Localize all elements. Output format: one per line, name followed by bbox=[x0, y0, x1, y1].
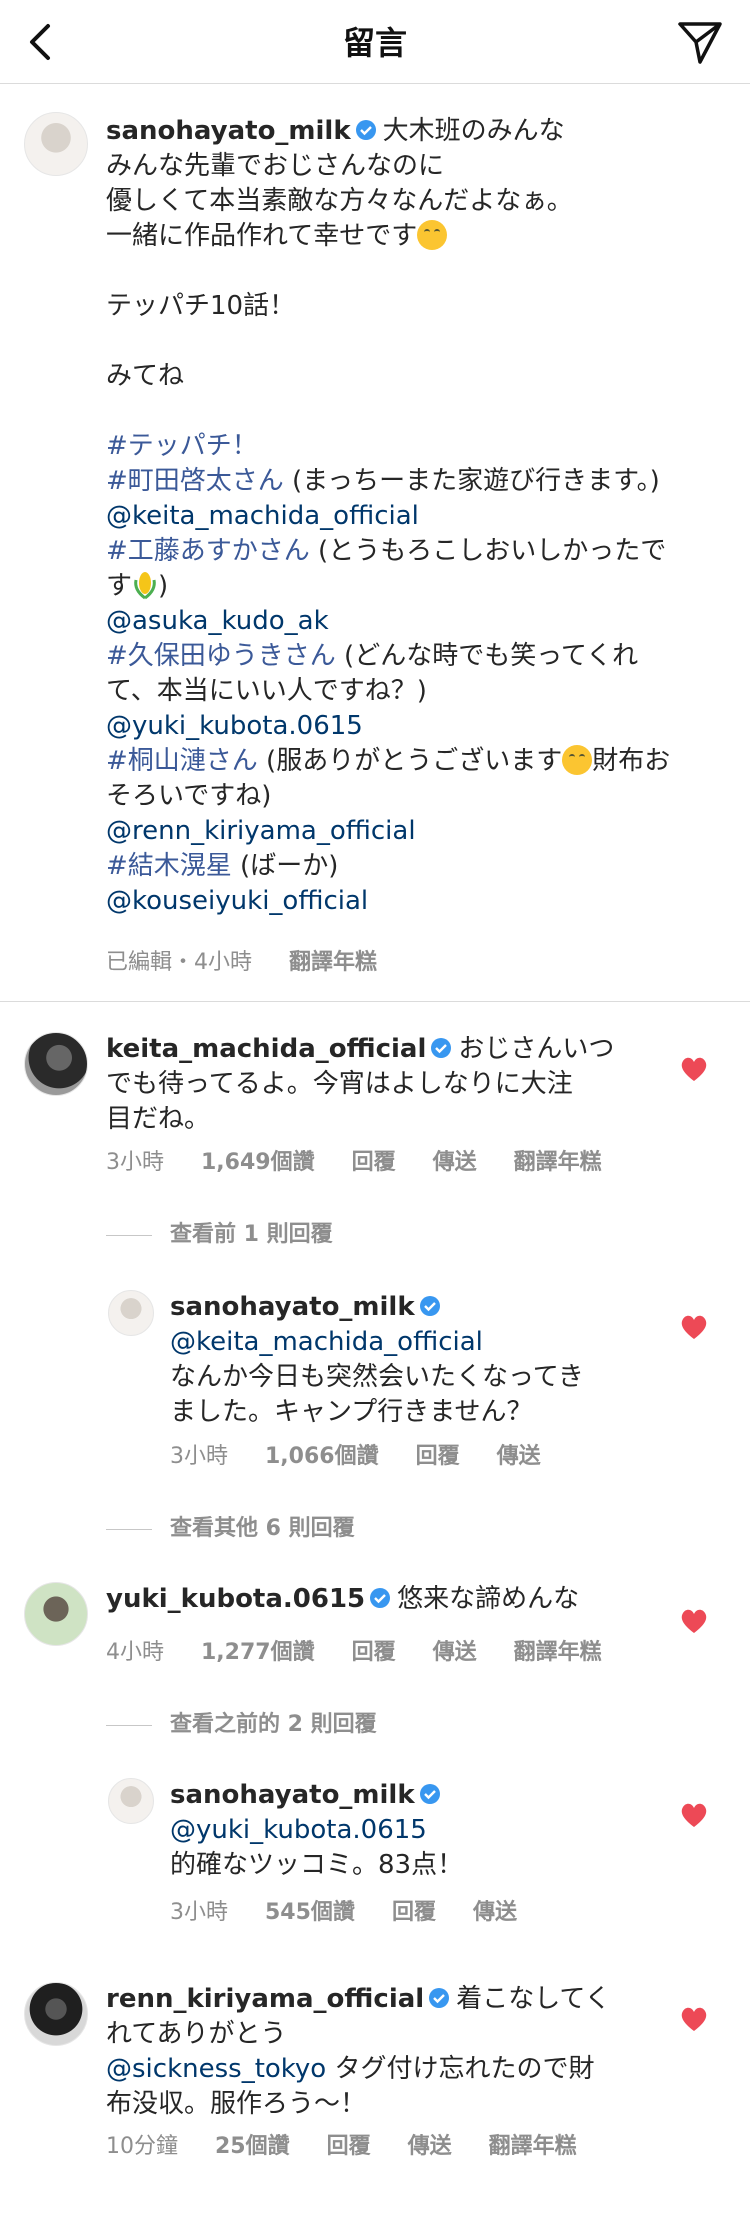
translate-button[interactable]: 翻譯年糕 bbox=[514, 1150, 602, 1175]
mention-link[interactable]: @renn_kiriyama_official bbox=[106, 816, 416, 846]
send-button[interactable]: 傳送 bbox=[433, 1640, 477, 1665]
view-replies-button[interactable]: 查看其他 6 則回覆 bbox=[106, 1510, 355, 1542]
comment-username[interactable]: yuki_kubota.0615 bbox=[106, 1584, 365, 1614]
send-icon[interactable] bbox=[674, 16, 726, 68]
avatar[interactable] bbox=[108, 1778, 154, 1824]
view-replies-button[interactable]: 查看前 1 則回覆 bbox=[106, 1216, 333, 1248]
send-button[interactable]: 傳送 bbox=[433, 1150, 477, 1175]
reply-text: sanohayato_milk @keita_machida_official … bbox=[170, 1292, 584, 1427]
hashtag-link[interactable]: #工藤あすかさん bbox=[106, 536, 310, 566]
likes-count[interactable]: 1,649個讚 bbox=[201, 1150, 315, 1175]
reply-button[interactable]: 回覆 bbox=[352, 1150, 396, 1175]
caption-username[interactable]: sanohayato_milk bbox=[106, 116, 351, 146]
reply-button[interactable]: 回覆 bbox=[416, 1444, 460, 1469]
reply-button[interactable]: 回覆 bbox=[352, 1640, 396, 1665]
translate-button[interactable]: 翻譯年糕 bbox=[514, 1640, 602, 1665]
divider bbox=[0, 1001, 750, 1002]
likes-count[interactable]: 545個讚 bbox=[265, 1900, 355, 1925]
comment-meta: 4小時 1,277個讚 回覆 傳送 翻譯年糕 bbox=[106, 1640, 602, 1665]
likes-count[interactable]: 1,277個讚 bbox=[201, 1640, 315, 1665]
mention-link[interactable]: @keita_machida_official bbox=[106, 501, 419, 531]
hashtag-link[interactable]: #桐山漣さん bbox=[106, 746, 258, 776]
caption-meta: 已編輯・4小時 翻譯年糕 bbox=[106, 950, 378, 975]
like-heart-icon[interactable] bbox=[680, 1056, 708, 1082]
hashtag-link[interactable]: #テッパチ！ bbox=[106, 431, 258, 461]
send-button[interactable]: 傳送 bbox=[473, 1900, 517, 1925]
comment-text: renn_kiriyama_official 着こなしてく れてありがとう @si… bbox=[106, 1984, 611, 2119]
comment-meta: 10分鐘 25個讚 回覆 傳送 翻譯年糕 bbox=[106, 2134, 577, 2159]
smiling-emoji-icon bbox=[417, 220, 448, 250]
send-button[interactable]: 傳送 bbox=[497, 1444, 541, 1469]
verified-badge-icon bbox=[370, 1588, 391, 1608]
hashtag-link[interactable]: #町田啓太さん bbox=[106, 466, 284, 496]
reply-username[interactable]: sanohayato_milk bbox=[170, 1780, 415, 1810]
corn-emoji-icon bbox=[134, 572, 156, 600]
verified-badge-icon bbox=[419, 1296, 440, 1316]
comment-meta: 3小時 1,649個讚 回覆 傳送 翻譯年糕 bbox=[106, 1150, 602, 1175]
reply-username[interactable]: sanohayato_milk bbox=[170, 1292, 415, 1322]
mention-link[interactable]: @sickness_tokyo bbox=[106, 2054, 326, 2084]
reply-text: sanohayato_milk @yuki_kubota.0615 的確なツッコ… bbox=[170, 1780, 464, 1880]
reply-button[interactable]: 回覆 bbox=[327, 2134, 371, 2159]
likes-count[interactable]: 1,066個讚 bbox=[265, 1444, 379, 1469]
avatar[interactable] bbox=[24, 112, 88, 176]
avatar[interactable] bbox=[24, 1582, 88, 1646]
mention-link[interactable]: @yuki_kubota.0615 bbox=[106, 711, 363, 741]
hashtag-link[interactable]: #結木滉星 bbox=[106, 851, 232, 881]
top-bar: 留言 bbox=[0, 0, 750, 84]
avatar[interactable] bbox=[24, 1032, 88, 1096]
reply-meta: 3小時 545個讚 回覆 傳送 bbox=[170, 1900, 517, 1925]
verified-badge-icon bbox=[355, 120, 376, 140]
avatar[interactable] bbox=[24, 1982, 88, 2046]
comment-username[interactable]: renn_kiriyama_official bbox=[106, 1984, 424, 2014]
mention-link[interactable]: @kouseiyuki_official bbox=[106, 886, 368, 916]
smiling-emoji-icon bbox=[562, 745, 593, 775]
caption-text: sanohayato_milk 大木班のみんな みんな先輩でおじさんなのに 優しく… bbox=[106, 116, 671, 916]
comment-username[interactable]: keita_machida_official bbox=[106, 1034, 426, 1064]
reply-button[interactable]: 回覆 bbox=[392, 1900, 436, 1925]
likes-count[interactable]: 25個讚 bbox=[215, 2134, 290, 2159]
page-title: 留言 bbox=[342, 24, 407, 62]
mention-link[interactable]: @asuka_kudo_ak bbox=[106, 606, 329, 636]
translate-button[interactable]: 翻譯年糕 bbox=[289, 950, 377, 975]
like-heart-icon[interactable] bbox=[680, 1608, 708, 1634]
comment-text: keita_machida_official おじさんいつ でも待ってるよ。今宵は… bbox=[106, 1034, 615, 1134]
like-heart-icon[interactable] bbox=[680, 2006, 708, 2032]
verified-badge-icon bbox=[431, 1038, 452, 1058]
mention-link[interactable]: @yuki_kubota.0615 bbox=[170, 1815, 427, 1845]
like-heart-icon[interactable] bbox=[680, 1802, 708, 1828]
verified-badge-icon bbox=[429, 1988, 450, 2008]
mention-link[interactable]: @keita_machida_official bbox=[170, 1327, 483, 1357]
view-replies-button[interactable]: 查看之前的 2 則回覆 bbox=[106, 1706, 377, 1738]
like-heart-icon[interactable] bbox=[680, 1314, 708, 1340]
avatar[interactable] bbox=[108, 1290, 154, 1336]
hashtag-link[interactable]: #久保田ゆうきさん bbox=[106, 641, 336, 671]
send-button[interactable]: 傳送 bbox=[408, 2134, 452, 2159]
translate-button[interactable]: 翻譯年糕 bbox=[489, 2134, 577, 2159]
verified-badge-icon bbox=[419, 1784, 440, 1804]
reply-meta: 3小時 1,066個讚 回覆 傳送 bbox=[170, 1444, 541, 1469]
comment-text: yuki_kubota.0615 悠来な諦めんな bbox=[106, 1584, 580, 1614]
